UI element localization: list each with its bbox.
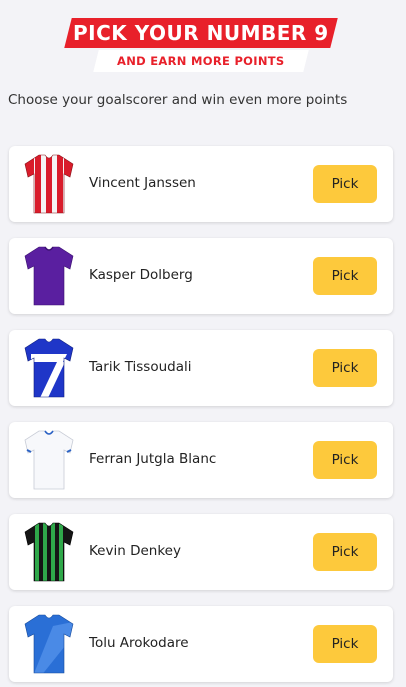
purple-shirt-icon (24, 246, 74, 306)
player-list: Vincent Janssen Pick Kasper Dolberg Pick (9, 146, 393, 687)
title-banner: PICK YOUR NUMBER 9 (64, 18, 338, 48)
player-name: Kevin Denkey (89, 543, 181, 559)
pick-button[interactable]: Pick (313, 165, 377, 203)
subtitle-banner: AND EARN MORE POINTS (93, 50, 309, 72)
blue-shirt-icon (24, 614, 74, 674)
intro-text: Choose your goalscorer and win even more… (8, 92, 348, 108)
page: PICK YOUR NUMBER 9 AND EARN MORE POINTS … (0, 0, 406, 687)
pick-button[interactable]: Pick (313, 349, 377, 387)
player-name: Tolu Arokodare (89, 635, 189, 651)
white-shirt-icon (24, 430, 74, 490)
pick-button[interactable]: Pick (313, 533, 377, 571)
player-card: Kasper Dolberg Pick (9, 238, 393, 314)
blue-white-shirt-icon (24, 338, 74, 398)
player-card: Ferran Jutgla Blanc Pick (9, 422, 393, 498)
player-card: Tolu Arokodare Pick (9, 606, 393, 682)
player-card: Tarik Tissoudali Pick (9, 330, 393, 406)
pick-button[interactable]: Pick (313, 625, 377, 663)
player-name: Kasper Dolberg (89, 267, 193, 283)
player-name: Ferran Jutgla Blanc (89, 451, 217, 467)
player-card: Vincent Janssen Pick (9, 146, 393, 222)
green-black-striped-shirt-icon (24, 522, 74, 582)
red-white-striped-shirt-icon (24, 154, 74, 214)
page-title: PICK YOUR NUMBER 9 (73, 21, 329, 45)
player-card: Kevin Denkey Pick (9, 514, 393, 590)
player-name: Vincent Janssen (89, 175, 196, 191)
pick-button[interactable]: Pick (313, 441, 377, 479)
page-subtitle: AND EARN MORE POINTS (117, 54, 285, 68)
player-name: Tarik Tissoudali (89, 359, 192, 375)
pick-button[interactable]: Pick (313, 257, 377, 295)
